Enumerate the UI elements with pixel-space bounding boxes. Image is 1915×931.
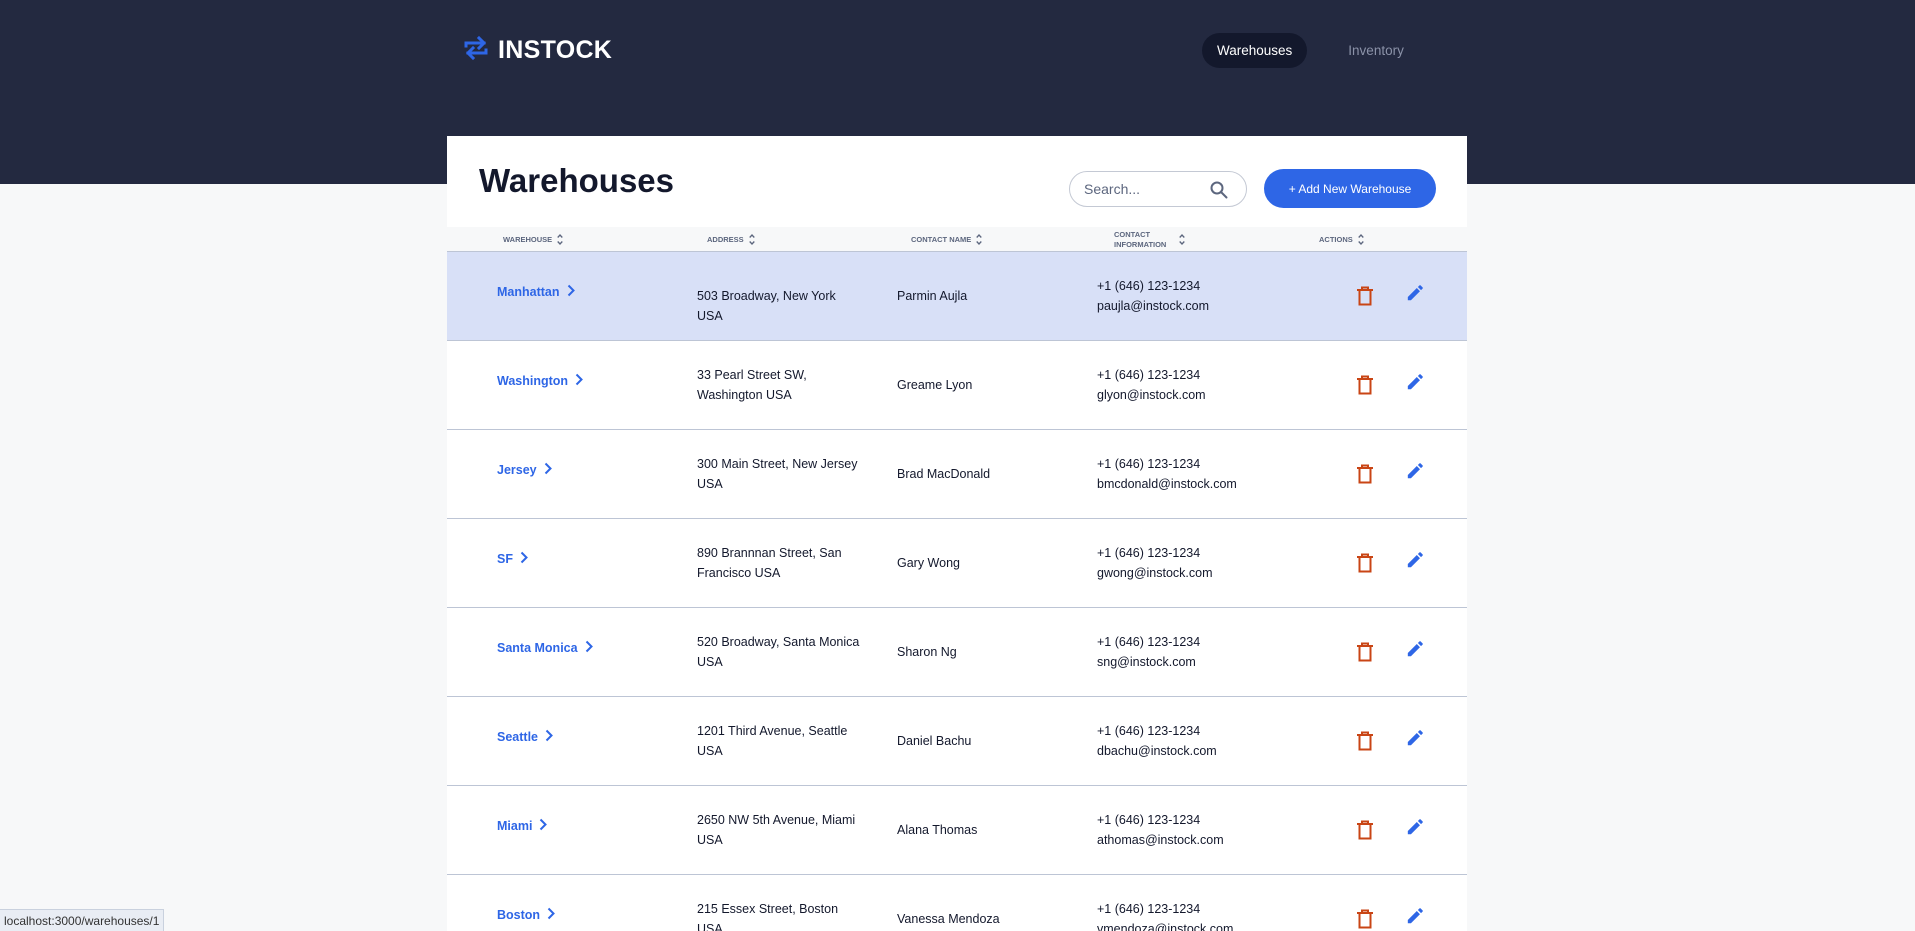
sort-icon[interactable] bbox=[1357, 234, 1364, 245]
warehouse-link[interactable]: Seattle bbox=[497, 729, 553, 745]
sort-icon[interactable] bbox=[1179, 234, 1185, 245]
contact-email: dbachu@instock.com bbox=[1097, 744, 1217, 758]
warehouse-link[interactable]: Jersey bbox=[497, 462, 552, 478]
contact-name: Daniel Bachu bbox=[897, 734, 972, 748]
warehouse-address: 520 Broadway, Santa Monica USA bbox=[697, 635, 860, 669]
contact-name: Alana Thomas bbox=[897, 823, 978, 837]
page-title: Warehouses bbox=[479, 162, 675, 199]
warehouse-address: 33 Pearl Street SW, Washington USA bbox=[697, 368, 807, 402]
contact-email: gwong@instock.com bbox=[1097, 566, 1213, 580]
warehouse-address: 503 Broadway, New York USA bbox=[697, 289, 836, 323]
delete-icon[interactable] bbox=[1353, 373, 1377, 397]
table-header: WAREHOUSE ADDRESS CONTACT NAME CONTACT I… bbox=[447, 227, 1467, 252]
header-contact-information[interactable]: CONTACT INFORMATION bbox=[1114, 227, 1185, 252]
chevron-right-icon bbox=[520, 551, 528, 567]
contact-email: vmendoza@instock.com bbox=[1097, 922, 1234, 931]
sort-icon[interactable] bbox=[976, 234, 983, 245]
warehouse-address: 215 Essex Street, Boston USA bbox=[697, 902, 839, 931]
table-row[interactable]: Seattle 1201 Third Avenue, Seattle USA Dan… bbox=[447, 697, 1467, 786]
header-actions[interactable]: ACTIONS bbox=[1319, 227, 1364, 252]
warehouse-link[interactable]: Washington bbox=[497, 373, 583, 389]
contact-email: athomas@instock.com bbox=[1097, 833, 1224, 847]
contact-phone: +1 (646) 123-1234 bbox=[1097, 724, 1201, 738]
edit-icon[interactable] bbox=[1403, 459, 1427, 483]
chevron-right-icon bbox=[575, 373, 583, 389]
chevron-right-icon bbox=[585, 640, 593, 656]
table-row[interactable]: Washington 33 Pearl Street SW, Washington… bbox=[447, 341, 1467, 430]
edit-icon[interactable] bbox=[1403, 815, 1427, 839]
chevron-right-icon bbox=[547, 907, 555, 923]
swap-arrows-icon bbox=[462, 34, 490, 67]
header-address[interactable]: ADDRESS bbox=[707, 227, 755, 252]
edit-icon[interactable] bbox=[1403, 904, 1427, 928]
contact-phone: +1 (646) 123-1234 bbox=[1097, 279, 1201, 293]
warehouse-address: 300 Main Street, New Jersey USA bbox=[697, 457, 858, 491]
warehouse-link[interactable]: SF bbox=[497, 551, 528, 567]
warehouse-link[interactable]: Boston bbox=[497, 907, 555, 923]
add-warehouse-button[interactable]: + Add New Warehouse bbox=[1264, 169, 1436, 208]
edit-icon[interactable] bbox=[1403, 548, 1427, 572]
nav-inventory[interactable]: Inventory bbox=[1333, 33, 1419, 68]
warehouse-address: 2650 NW 5th Avenue, Miami USA bbox=[697, 813, 856, 847]
contact-email: paujla@instock.com bbox=[1097, 299, 1210, 313]
delete-icon[interactable] bbox=[1353, 907, 1377, 931]
contact-name: Sharon Ng bbox=[897, 645, 957, 659]
contact-name: Greame Lyon bbox=[897, 378, 973, 392]
contact-name: Brad MacDonald bbox=[897, 467, 991, 481]
contact-phone: +1 (646) 123-1234 bbox=[1097, 368, 1201, 382]
contact-email: bmcdonald@instock.com bbox=[1097, 477, 1237, 491]
chevron-right-icon bbox=[544, 462, 552, 478]
table-row[interactable]: SF 890 Brannnan Street, San Francisco USA… bbox=[447, 519, 1467, 608]
main-nav: Warehouses Inventory bbox=[1202, 33, 1419, 68]
status-bar-url: localhost:3000/warehouses/1 bbox=[0, 909, 165, 931]
chevron-right-icon bbox=[545, 729, 553, 745]
edit-icon[interactable] bbox=[1403, 281, 1427, 305]
warehouse-link[interactable]: Santa Monica bbox=[497, 640, 593, 656]
sort-icon[interactable] bbox=[748, 234, 755, 245]
logo-text: INSTOCK bbox=[498, 36, 613, 64]
contact-phone: +1 (646) 123-1234 bbox=[1097, 635, 1201, 649]
warehouse-link[interactable]: Miami bbox=[497, 818, 548, 834]
contact-name: Vanessa Mendoza bbox=[897, 912, 1000, 926]
warehouse-address: 1201 Third Avenue, Seattle USA bbox=[697, 724, 848, 758]
chevron-right-icon bbox=[539, 818, 548, 834]
contact-phone: +1 (646) 123-1234 bbox=[1097, 902, 1201, 916]
app-header: INSTOCK Warehouses Inventory bbox=[0, 0, 1915, 100]
delete-icon[interactable] bbox=[1353, 551, 1377, 575]
warehouse-address: 890 Brannnan Street, San Francisco USA bbox=[697, 546, 842, 580]
nav-warehouses[interactable]: Warehouses bbox=[1202, 33, 1308, 68]
sort-icon[interactable] bbox=[557, 234, 563, 245]
header-warehouse[interactable]: WAREHOUSE bbox=[503, 227, 563, 252]
table-row[interactable]: Boston 215 Essex Street, Boston USA Vaness… bbox=[447, 875, 1467, 931]
edit-icon[interactable] bbox=[1403, 370, 1427, 394]
search-box[interactable] bbox=[1069, 171, 1247, 207]
delete-icon[interactable] bbox=[1353, 729, 1377, 753]
table-row[interactable]: Miami 2650 NW 5th Avenue, Miami USA Alana … bbox=[447, 786, 1467, 875]
warehouses-card: Warehouses + Add New Warehouse WAREHOUSE… bbox=[447, 136, 1467, 931]
delete-icon[interactable] bbox=[1353, 462, 1377, 486]
warehouse-link[interactable]: Manhattan bbox=[497, 284, 575, 300]
table-row[interactable]: Manhattan 503 Broadway, New York USA Parmi… bbox=[447, 252, 1467, 341]
contact-phone: +1 (646) 123-1234 bbox=[1097, 813, 1201, 827]
warehouse-list: Manhattan 503 Broadway, New York USA Parmi… bbox=[447, 252, 1467, 931]
contact-phone: +1 (646) 123-1234 bbox=[1097, 457, 1201, 471]
table-row[interactable]: Santa Monica 520 Broadway, Santa Monica U… bbox=[447, 608, 1467, 697]
chevron-right-icon bbox=[567, 284, 575, 300]
edit-icon[interactable] bbox=[1403, 726, 1427, 750]
contact-email: glyon@instock.com bbox=[1097, 388, 1206, 402]
delete-icon[interactable] bbox=[1353, 640, 1377, 664]
contact-name: Parmin Aujla bbox=[897, 289, 968, 303]
logo[interactable]: INSTOCK bbox=[462, 34, 612, 67]
contact-name: Gary Wong bbox=[897, 556, 960, 570]
delete-icon[interactable] bbox=[1353, 284, 1377, 308]
table-row[interactable]: Jersey 300 Main Street, New Jersey USA Bra… bbox=[447, 430, 1467, 519]
search-input[interactable] bbox=[1084, 181, 1204, 197]
delete-icon[interactable] bbox=[1353, 818, 1377, 842]
contact-email: sng@instock.com bbox=[1097, 655, 1196, 669]
contact-phone: +1 (646) 123-1234 bbox=[1097, 546, 1201, 560]
edit-icon[interactable] bbox=[1403, 637, 1427, 661]
header-contact-name[interactable]: CONTACT NAME bbox=[911, 227, 983, 252]
